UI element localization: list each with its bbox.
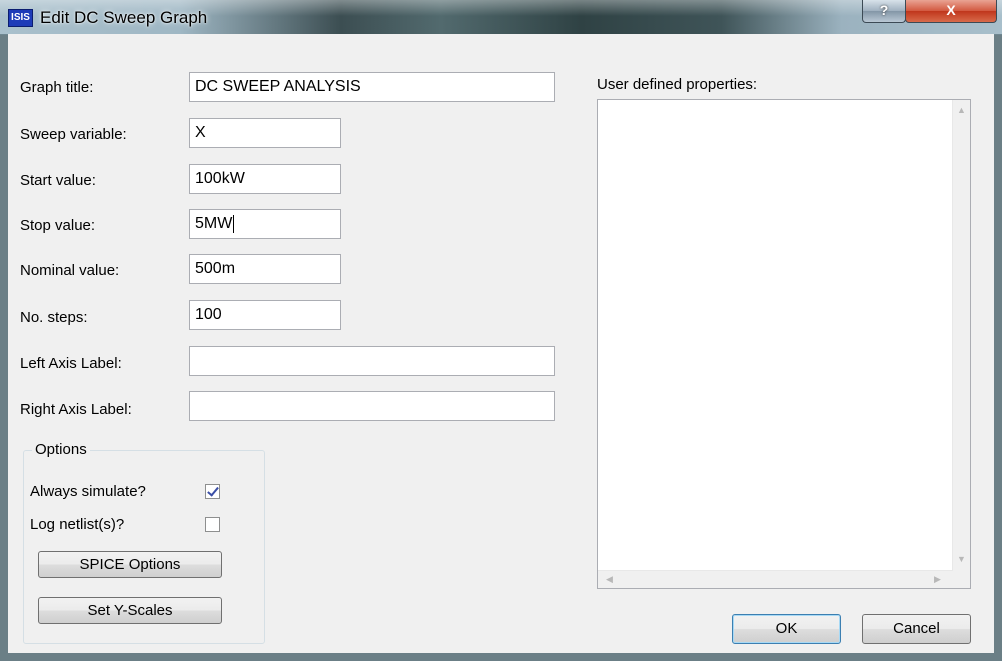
scroll-right-arrow-icon[interactable]: ▶ xyxy=(934,575,941,584)
vertical-scrollbar[interactable]: ▲ ▼ xyxy=(952,100,970,571)
sweep-variable-input[interactable]: X xyxy=(189,118,341,148)
user-defined-properties-label: User defined properties: xyxy=(597,76,758,93)
log-netlists-checkbox[interactable] xyxy=(205,517,220,532)
no-steps-input[interactable]: 100 xyxy=(189,300,341,330)
sweep-variable-label: Sweep variable: xyxy=(20,126,127,143)
ok-button[interactable]: OK xyxy=(732,614,841,644)
start-value-input[interactable]: 100kW xyxy=(189,164,341,194)
window-title: Edit DC Sweep Graph xyxy=(40,8,208,27)
always-simulate-checkbox[interactable] xyxy=(205,484,220,499)
no-steps-label: No. steps: xyxy=(20,309,88,326)
stop-value-label: Stop value: xyxy=(20,217,96,234)
nominal-value-input[interactable]: 500m xyxy=(189,254,341,284)
spice-options-button[interactable]: SPICE Options xyxy=(38,551,222,578)
left-axis-label-input[interactable] xyxy=(189,346,555,376)
graph-title-input[interactable]: DC SWEEP ANALYSIS xyxy=(189,72,555,102)
set-y-scales-button[interactable]: Set Y-Scales xyxy=(38,597,222,624)
stop-value-input[interactable]: 5MW xyxy=(189,209,341,239)
nominal-value-label: Nominal value: xyxy=(20,262,120,279)
horizontal-scrollbar[interactable]: ◀ ▶ xyxy=(598,570,953,588)
user-defined-properties-textarea[interactable]: ▲ ▼ ◀ ▶ xyxy=(597,99,971,589)
options-groupbox: Options Always simulate? Log netlist(s)?… xyxy=(23,441,265,644)
isis-app-icon: ISIS xyxy=(8,9,33,27)
close-button[interactable]: X xyxy=(905,0,997,23)
options-group-title: Options xyxy=(32,441,90,458)
help-button[interactable]: ? xyxy=(862,0,906,23)
start-value-label: Start value: xyxy=(20,172,96,189)
dialog-client-area: Graph title: DC SWEEP ANALYSIS Sweep var… xyxy=(8,34,994,653)
graph-title-label: Graph title: xyxy=(20,79,94,96)
right-axis-label-label: Right Axis Label: xyxy=(20,401,132,418)
left-axis-label-label: Left Axis Label: xyxy=(20,355,122,372)
title-bar[interactable]: ISIS Edit DC Sweep Graph ? X xyxy=(0,0,1002,35)
stop-value-text: 5MW xyxy=(195,215,233,232)
scroll-up-arrow-icon[interactable]: ▲ xyxy=(957,106,966,115)
scroll-down-arrow-icon[interactable]: ▼ xyxy=(957,555,966,564)
text-caret xyxy=(233,214,235,233)
log-netlists-label: Log netlist(s)? xyxy=(30,516,125,533)
always-simulate-label: Always simulate? xyxy=(30,483,146,500)
scroll-left-arrow-icon[interactable]: ◀ xyxy=(606,575,613,584)
right-axis-label-input[interactable] xyxy=(189,391,555,421)
scroll-corner xyxy=(953,571,970,588)
cancel-button[interactable]: Cancel xyxy=(862,614,971,644)
